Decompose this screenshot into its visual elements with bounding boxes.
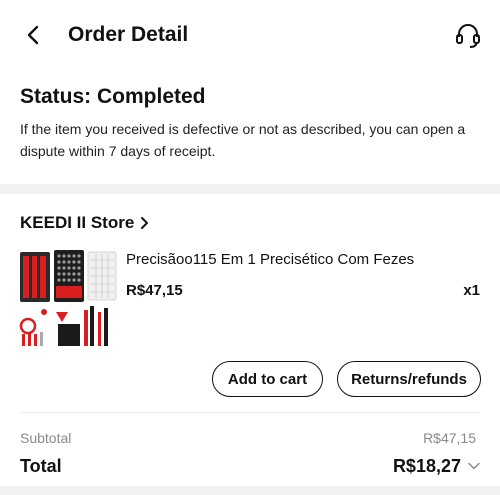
returns-refunds-button[interactable]: Returns/refunds — [337, 361, 481, 397]
support-button[interactable] — [452, 19, 484, 51]
subtotal-label: Subtotal — [20, 430, 72, 446]
order-status-title: Status: Completed — [20, 85, 206, 108]
header-bar: Order Detail — [0, 0, 500, 70]
chevron-left-icon — [27, 25, 39, 45]
dispute-notice: If the item you received is defective or… — [20, 121, 466, 159]
section-divider — [0, 184, 500, 194]
bottom-divider — [0, 486, 500, 495]
page-title: Order Detail — [68, 23, 189, 46]
add-to-cart-button[interactable]: Add to cart — [212, 361, 323, 397]
total-label: Total — [20, 456, 62, 476]
product-price: R$47,15 — [126, 282, 183, 299]
product-quantity: x1 — [463, 282, 480, 299]
store-name: KEEDI II Store — [20, 213, 135, 232]
chevron-right-icon — [140, 216, 149, 230]
total-expand-toggle[interactable]: R$18,27 — [393, 454, 480, 478]
back-button[interactable] — [18, 20, 48, 50]
total-value: R$18,27 — [392, 456, 461, 476]
chevron-down-icon — [468, 462, 480, 470]
product-image[interactable] — [18, 248, 118, 348]
subtotal-value: R$47,15 — [423, 430, 476, 446]
store-link[interactable]: KEEDI II Store — [20, 211, 149, 235]
headset-icon — [456, 24, 480, 48]
summary-divider — [20, 412, 480, 413]
product-name[interactable]: Precisãoo115 Em 1 Precisético Com Fezes — [126, 250, 466, 270]
screwdriver-kit-image — [18, 248, 118, 348]
